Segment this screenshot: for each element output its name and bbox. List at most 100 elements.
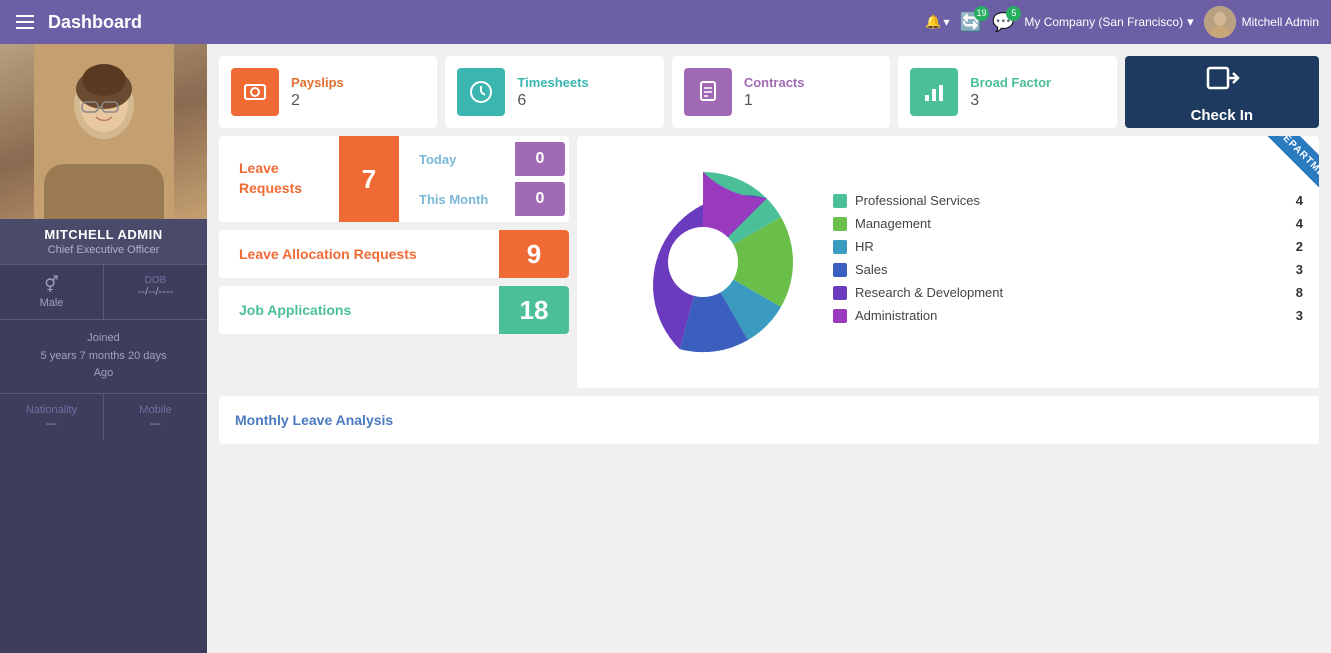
pie-svg (593, 152, 813, 372)
departments-panel: DEPARTMENTS (577, 136, 1319, 388)
payslips-tile[interactable]: Payslips 2 (219, 56, 437, 128)
mobile-label: Mobile (108, 404, 203, 416)
contracts-label: Contracts (744, 75, 805, 90)
user-full-name: MITCHELL ADMIN (0, 219, 207, 244)
activity-badge: 19 (974, 6, 989, 21)
departments-pie-chart (593, 152, 813, 372)
today-count: 0 (515, 142, 565, 176)
monthly-leave-analysis: Monthly Leave Analysis (219, 396, 1319, 444)
timesheets-label: Timesheets (517, 75, 588, 90)
leave-allocation-card[interactable]: Leave Allocation Requests 9 (219, 230, 569, 278)
activity-button[interactable]: 🔄 19 (960, 12, 982, 33)
legend-count-sales: 3 (1296, 262, 1303, 277)
profile-photo-container (0, 44, 207, 219)
dob-value: --/--/---- (108, 286, 203, 298)
dob-label: DOB (108, 275, 203, 286)
nationality-label: Nationality (4, 404, 99, 416)
avatar (1204, 6, 1236, 38)
payslips-icon (231, 68, 279, 116)
legend-color-management (833, 217, 847, 231)
messages-badge: 5 (1006, 6, 1021, 21)
payslips-count: 2 (291, 92, 344, 110)
page-title: Dashboard (48, 12, 925, 33)
today-label: Today (403, 144, 515, 175)
messages-button[interactable]: 💬 5 (992, 12, 1014, 33)
nationality-value: --- (4, 418, 99, 430)
document-icon (695, 79, 721, 105)
user-name: Mitchell Admin (1242, 15, 1319, 29)
legend-count-administration: 3 (1296, 308, 1303, 323)
sidebar-dob: DOB --/--/---- (104, 265, 207, 319)
leave-allocation-label: Leave Allocation Requests (219, 230, 499, 278)
leave-allocation-count: 9 (499, 230, 569, 278)
timesheets-text: Timesheets 6 (517, 75, 588, 110)
legend-color-rd (833, 286, 847, 300)
sidebar-nationality-mobile: Nationality --- Mobile --- (0, 393, 207, 440)
tiles-row: Payslips 2 Timesheets 6 (207, 44, 1331, 136)
contracts-tile[interactable]: Contracts 1 (672, 56, 890, 128)
joined-label: Joined (6, 330, 201, 348)
profile-photo (0, 44, 207, 219)
bell-icon: 🔔 (925, 14, 941, 30)
job-applications-card[interactable]: Job Applications 18 (219, 286, 569, 334)
contracts-count: 1 (744, 92, 805, 110)
this-month-row[interactable]: This Month 0 (403, 182, 565, 216)
legend-name-administration: Administration (855, 308, 1288, 323)
legend-item-sales: Sales 3 (833, 262, 1303, 277)
job-applications-label: Job Applications (219, 286, 499, 334)
sidebar-gender: ⚥ Male (0, 265, 104, 319)
chart-icon (921, 79, 947, 105)
contracts-icon (684, 68, 732, 116)
sidebar-gender-dob: ⚥ Male DOB --/--/---- (0, 264, 207, 319)
menu-toggle[interactable] (12, 11, 38, 33)
broad-factor-tile[interactable]: Broad Factor 3 (898, 56, 1116, 128)
legend-item-rd: Research & Development 8 (833, 285, 1303, 300)
user-avatar-area[interactable]: Mitchell Admin (1204, 6, 1319, 38)
leave-requests-label-section: LeaveRequests (219, 136, 339, 222)
broad-factor-text: Broad Factor 3 (970, 75, 1051, 110)
broad-factor-label: Broad Factor (970, 75, 1051, 90)
gender-icon: ⚥ (4, 275, 99, 295)
checkin-label: Check In (1191, 107, 1254, 124)
company-selector[interactable]: My Company (San Francisco) ▾ (1024, 14, 1193, 30)
legend-color-professional-services (833, 194, 847, 208)
leave-requests-card[interactable]: LeaveRequests 7 (219, 136, 399, 222)
mobile-value: --- (108, 418, 203, 430)
contracts-text: Contracts 1 (744, 75, 805, 110)
user-job-title: Chief Executive Officer (0, 244, 207, 264)
joined-value: 5 years 7 months 20 days (6, 348, 201, 366)
legend-count-hr: 2 (1296, 239, 1303, 254)
user-photo (1204, 6, 1236, 38)
today-row[interactable]: Today 0 (403, 142, 565, 176)
broad-factor-icon (910, 68, 958, 116)
this-month-label: This Month (403, 184, 515, 215)
sidebar: MITCHELL ADMIN Chief Executive Officer ⚥… (0, 44, 207, 653)
checkin-icon (1204, 60, 1240, 103)
signin-icon (1204, 60, 1240, 96)
payslips-label: Payslips (291, 75, 344, 90)
job-applications-count: 18 (499, 286, 569, 334)
legend-name-sales: Sales (855, 262, 1288, 277)
legend-name-professional-services: Professional Services (855, 193, 1288, 208)
timesheets-icon (457, 68, 505, 116)
company-name: My Company (San Francisco) (1024, 15, 1183, 29)
middle-row: LeaveRequests 7 Today 0 Thi (207, 136, 1331, 396)
departments-content: Professional Services 4 Management 4 HR … (593, 152, 1303, 372)
alert-button[interactable]: 🔔 ▾ (925, 14, 949, 30)
chevron-down-icon: ▾ (1187, 14, 1194, 30)
checkin-tile[interactable]: Check In (1125, 56, 1319, 128)
timesheets-tile[interactable]: Timesheets 6 (445, 56, 663, 128)
gender-value: Male (4, 297, 99, 309)
sidebar-joined: Joined 5 years 7 months 20 days Ago (0, 319, 207, 393)
sidebar-mobile: Mobile --- (104, 394, 207, 440)
broad-factor-count: 3 (970, 92, 1051, 110)
main-layout: MITCHELL ADMIN Chief Executive Officer ⚥… (0, 44, 1331, 653)
legend-count-rd: 8 (1296, 285, 1303, 300)
legend-name-rd: Research & Development (855, 285, 1288, 300)
leave-requests-group: LeaveRequests 7 Today 0 Thi (219, 136, 569, 222)
timesheets-count: 6 (517, 92, 588, 110)
person-silhouette (34, 44, 174, 219)
topnav: Dashboard 🔔 ▾ 🔄 19 💬 5 My Company (San F… (0, 0, 1331, 44)
sidebar-nationality: Nationality --- (0, 394, 104, 440)
money-icon (242, 79, 268, 105)
